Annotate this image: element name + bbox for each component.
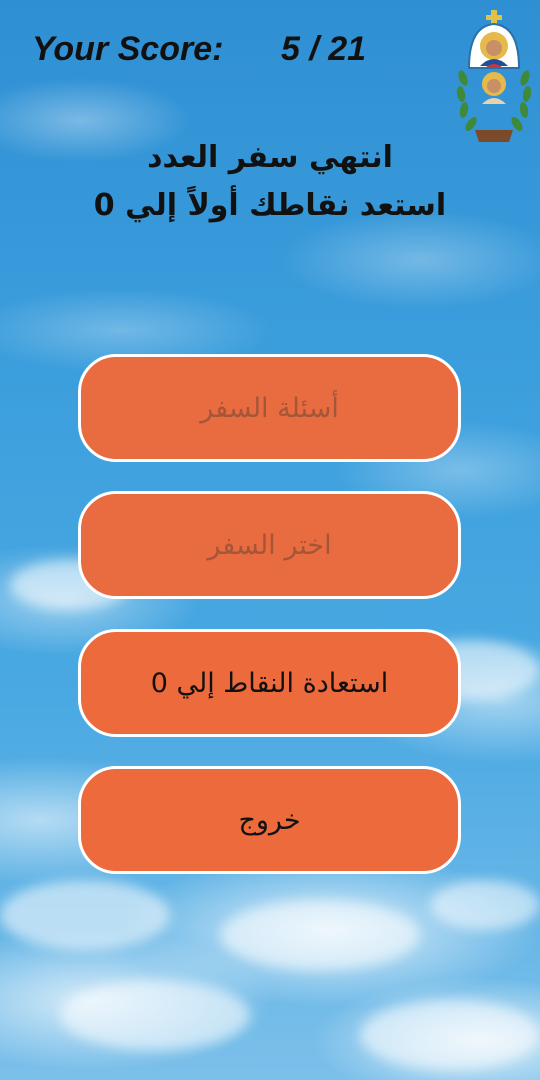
church-saints-logo-icon (455, 8, 533, 148)
message-line-2: استعد نقاطك أولاً إلي 0 (93, 188, 447, 223)
choose-book-button[interactable]: اختر السفر (78, 491, 461, 599)
book-questions-label: أسئلة السفر (200, 392, 339, 424)
book-questions-button[interactable]: أسئلة السفر (78, 354, 461, 462)
exit-label: خروج (238, 804, 301, 836)
choose-book-label: اختر السفر (207, 529, 332, 561)
score-value: 5 / 21 (281, 30, 367, 68)
score-label: Your Score: (32, 30, 224, 68)
reset-points-label: استعادة النقاط إلي 0 (150, 667, 389, 699)
reset-points-button[interactable]: استعادة النقاط إلي 0 (78, 629, 461, 737)
message-line-1: انتهي سفر العدد (147, 140, 393, 175)
exit-button[interactable]: خروج (78, 766, 461, 874)
